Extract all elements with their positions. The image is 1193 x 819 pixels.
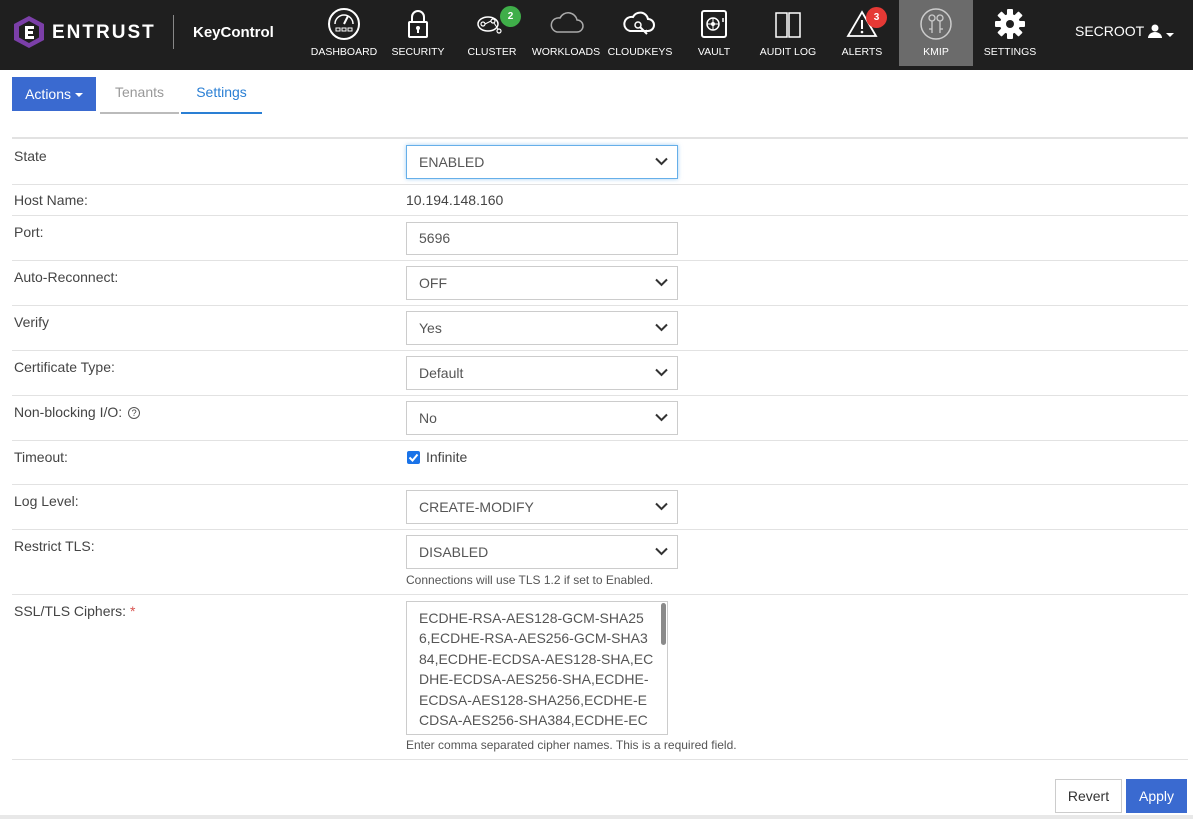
gear-icon — [995, 9, 1025, 39]
nav-label: SETTINGS — [983, 46, 1037, 58]
nav-label: CLUSTER — [467, 46, 517, 58]
cloud-icon — [550, 12, 584, 33]
timeout-row: Timeout: Infinite — [12, 441, 1188, 485]
chevron-down-icon — [655, 323, 668, 332]
chevron-down-icon — [655, 413, 668, 422]
nav-label: CLOUDKEYS — [607, 46, 673, 58]
ciphers-help: Enter comma separated cipher names. This… — [406, 738, 737, 752]
state-row: State ENABLED — [12, 139, 1188, 185]
nav-label: ALERTS — [841, 46, 883, 58]
vault-icon — [701, 10, 727, 38]
nav-dashboard[interactable]: DASHBOARD — [307, 0, 381, 66]
chevron-down-icon — [655, 502, 668, 511]
state-select[interactable]: ENABLED — [406, 145, 678, 179]
host-name-label: Host Name: — [14, 192, 88, 208]
port-label: Port: — [14, 224, 44, 240]
chevron-down-icon — [655, 157, 668, 166]
nav-label: DASHBOARD — [310, 46, 378, 58]
tab-settings[interactable]: Settings — [181, 80, 262, 114]
kmip-icon — [920, 8, 952, 40]
user-icon — [1147, 24, 1162, 38]
log-level-row: Log Level: CREATE-MODIFY — [12, 485, 1188, 530]
actions-button[interactable]: Actions — [12, 77, 96, 111]
nav-vault[interactable]: VAULT — [677, 0, 751, 66]
port-row: Port: 5696 — [12, 216, 1188, 261]
product-name: KeyControl — [193, 24, 274, 41]
auto-reconnect-label: Auto-Reconnect: — [14, 269, 119, 285]
help-icon[interactable]: ? — [128, 407, 141, 419]
nav-security[interactable]: SECURITY — [381, 0, 455, 66]
nav-label: AUDIT LOG — [759, 46, 817, 58]
chevron-down-icon — [655, 278, 668, 287]
nav-label: VAULT — [697, 46, 731, 58]
caret-down-icon — [74, 93, 83, 97]
tab-tenants[interactable]: Tenants — [100, 80, 179, 114]
restrict-tls-help: Connections will use TLS 1.2 if set to E… — [406, 573, 654, 587]
brand-name: ENTRUST — [52, 22, 156, 43]
auto-reconnect-row: Auto-Reconnect: OFF — [12, 261, 1188, 306]
apply-button[interactable]: Apply — [1126, 779, 1187, 813]
ciphers-label: SSL/TLS Ciphers: * — [14, 603, 136, 619]
port-input[interactable]: 5696 — [406, 222, 678, 255]
nav-label: KMIP — [923, 46, 949, 58]
verify-label: Verify — [14, 314, 50, 330]
gauge-icon — [328, 8, 360, 40]
lock-icon — [408, 10, 428, 38]
cluster-badge: 2 — [500, 6, 521, 27]
verify-select[interactable]: Yes — [406, 311, 678, 345]
infinite-checkbox[interactable] — [407, 451, 420, 464]
non-blocking-io-label: Non-blocking I/O:? — [14, 404, 141, 420]
state-label: State — [14, 148, 47, 164]
auto-reconnect-select[interactable]: OFF — [406, 266, 678, 300]
checkmark-icon — [408, 453, 419, 462]
non-blocking-io-row: Non-blocking I/O:? No — [12, 396, 1188, 441]
top-nav-bar: ENTRUST KeyControl DASHBOARD SECURITY 2 … — [0, 0, 1193, 70]
host-name-value: 10.194.148.160 — [406, 192, 504, 208]
caret-down-icon — [1165, 33, 1174, 37]
brand-divider — [173, 15, 174, 49]
ciphers-scrollbar-thumb[interactable] — [661, 603, 666, 645]
bottom-strip — [0, 815, 1193, 819]
entrust-logo — [14, 16, 44, 48]
nav-workloads[interactable]: WORKLOADS — [529, 0, 603, 66]
nav-alerts[interactable]: 3 ALERTS — [825, 0, 899, 66]
certificate-type-label: Certificate Type: — [14, 359, 115, 375]
chevron-down-icon — [655, 368, 668, 377]
certificate-type-row: Certificate Type: Default — [12, 351, 1188, 396]
nav-cluster[interactable]: 2 CLUSTER — [455, 0, 529, 66]
log-level-label: Log Level: — [14, 493, 79, 509]
ciphers-textarea[interactable]: ECDHE-RSA-AES128-GCM-SHA256,ECDHE-RSA-AE… — [406, 601, 668, 735]
chevron-down-icon — [655, 547, 668, 556]
timeout-label: Timeout: — [14, 449, 68, 465]
ciphers-row: SSL/TLS Ciphers: * ECDHE-RSA-AES128-GCM-… — [12, 595, 1188, 760]
user-menu[interactable]: SECROOT — [1075, 23, 1174, 39]
nav-cloudkeys[interactable]: CLOUDKEYS — [603, 0, 677, 66]
book-icon — [775, 12, 801, 38]
username: SECROOT — [1075, 23, 1144, 39]
nav-settings[interactable]: SETTINGS — [973, 0, 1047, 66]
revert-button[interactable]: Revert — [1055, 779, 1122, 813]
kmip-settings-form: State ENABLED Host Name: 10.194.148.160 … — [12, 137, 1188, 760]
restrict-tls-row: Restrict TLS: DISABLED Connections will … — [12, 530, 1188, 595]
infinite-label: Infinite — [426, 449, 468, 465]
nav-label: SECURITY — [391, 46, 445, 58]
log-level-select[interactable]: CREATE-MODIFY — [406, 490, 678, 524]
nav-label: WORKLOADS — [531, 46, 601, 58]
host-name-row: Host Name: 10.194.148.160 — [12, 185, 1188, 216]
verify-row: Verify Yes — [12, 306, 1188, 351]
required-marker: * — [129, 603, 136, 619]
nav-audit-log[interactable]: AUDIT LOG — [751, 0, 825, 66]
alerts-badge: 3 — [866, 7, 887, 28]
restrict-tls-label: Restrict TLS: — [14, 538, 95, 554]
restrict-tls-select[interactable]: DISABLED — [406, 535, 678, 569]
nav-kmip[interactable]: KMIP — [899, 0, 973, 66]
non-blocking-io-select[interactable]: No — [406, 401, 678, 435]
certificate-type-select[interactable]: Default — [406, 356, 678, 390]
cloud-key-icon — [623, 11, 655, 35]
